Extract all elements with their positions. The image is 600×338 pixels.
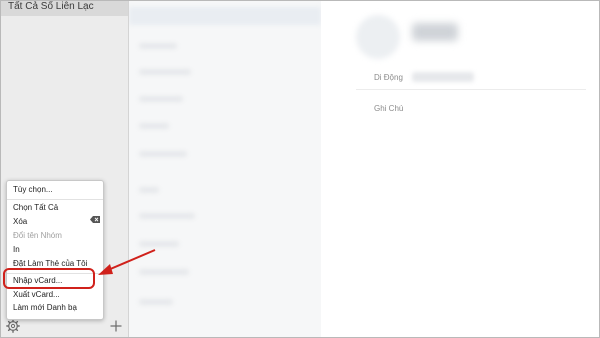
- menu-item-rename-group: Đổi tên Nhóm: [13, 231, 62, 240]
- list-item[interactable]: [139, 187, 159, 193]
- contact-detail: Di Động Ghi Chú: [322, 1, 599, 337]
- gear-icon[interactable]: [6, 319, 20, 333]
- menu-item-make-my-card[interactable]: Đặt Làm Thẻ của Tôi: [13, 259, 87, 268]
- menu-item-print[interactable]: In: [13, 245, 20, 254]
- list-item[interactable]: [139, 241, 179, 247]
- list-item[interactable]: [139, 213, 195, 219]
- menu-item-export-vcard[interactable]: Xuất vCard...: [13, 290, 60, 299]
- list-item[interactable]: [139, 151, 187, 157]
- settings-menu: Tùy chọn... Chọn Tất Cả Xóa Đổi tên Nhóm…: [6, 180, 104, 320]
- divider: [356, 89, 586, 90]
- field-label-note: Ghi Chú: [374, 104, 404, 113]
- list-item[interactable]: [139, 96, 183, 102]
- avatar: [356, 15, 400, 59]
- plus-icon[interactable]: [109, 319, 123, 333]
- sidebar-group-all-contacts[interactable]: Tất Cả Số Liên Lạc: [1, 1, 128, 16]
- delete-backspace-icon: [90, 216, 100, 223]
- menu-item-delete[interactable]: Xóa: [13, 217, 27, 226]
- list-item[interactable]: [139, 269, 189, 275]
- menu-divider: [7, 199, 103, 200]
- annotation-highlight-box: [3, 268, 95, 289]
- field-label-mobile: Di Động: [374, 73, 403, 82]
- selected-contact-row[interactable]: [129, 7, 321, 25]
- sidebar-group-label: Tất Cả Số Liên Lạc: [8, 1, 94, 12]
- menu-item-preferences[interactable]: Tùy chọn...: [13, 185, 53, 194]
- list-item[interactable]: [139, 69, 191, 75]
- list-item[interactable]: [139, 299, 173, 305]
- menu-item-select-all[interactable]: Chọn Tất Cả: [13, 203, 58, 212]
- contact-name: [412, 23, 458, 41]
- menu-item-refresh-contacts[interactable]: Làm mới Danh bạ: [13, 303, 77, 312]
- field-value-mobile[interactable]: [412, 72, 474, 82]
- contact-list[interactable]: [129, 1, 321, 337]
- list-item[interactable]: [139, 123, 169, 129]
- list-item[interactable]: [139, 43, 177, 49]
